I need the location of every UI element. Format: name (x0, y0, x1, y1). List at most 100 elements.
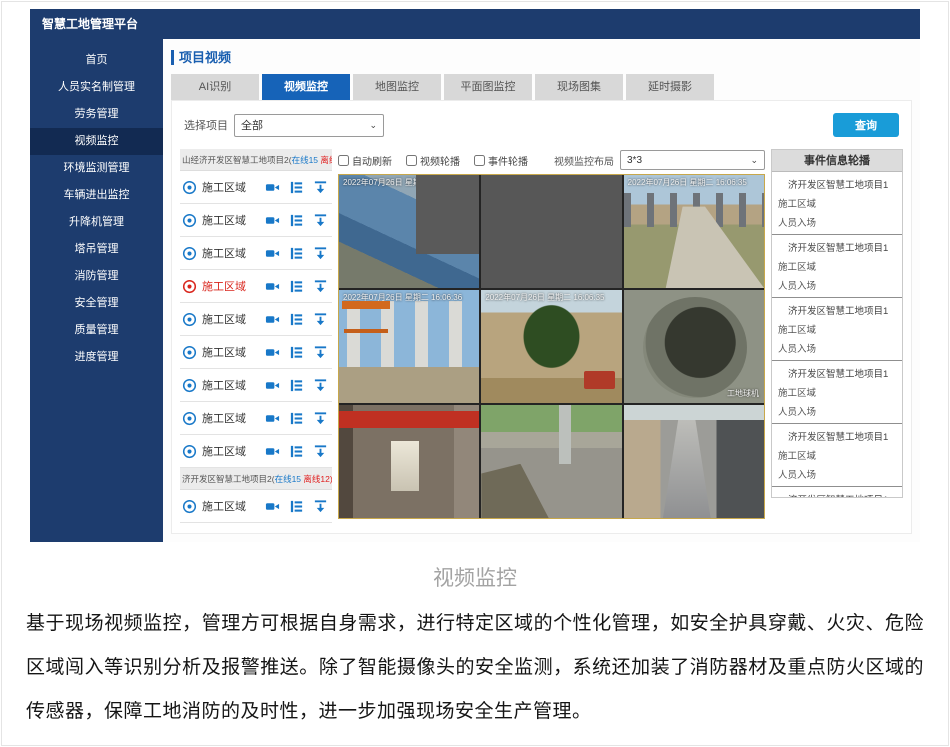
camera-actions (265, 411, 328, 426)
download-icon[interactable] (313, 246, 328, 261)
live-video-icon[interactable] (265, 279, 280, 294)
event-project-name: 济开发区智慧工地项目1 (778, 240, 896, 254)
checkbox-input-0[interactable] (338, 155, 349, 166)
video-cell-2[interactable]: 2022年07月26日 星期二 16:06:35 (624, 175, 764, 288)
layout-select[interactable]: 3*3 ⌄ (620, 150, 765, 170)
download-icon[interactable] (313, 180, 328, 195)
tab-4[interactable]: 现场图集 (535, 74, 623, 100)
live-video-icon[interactable] (265, 499, 280, 514)
live-video-icon[interactable] (265, 246, 280, 261)
sidebar-item-4[interactable]: 环境监测管理 (30, 155, 163, 182)
download-icon[interactable] (313, 444, 328, 459)
camera-row[interactable]: 施工区域 (180, 237, 332, 270)
sidebar-item-11[interactable]: 进度管理 (30, 344, 163, 371)
event-item[interactable]: 济开发区智慧工地项目1施工区域人员入场 (772, 172, 902, 235)
video-cell-0[interactable]: 2022年07月26日 星期二 16:10:35 (339, 175, 479, 288)
layout-select-value: 3*3 (627, 155, 642, 166)
sidebar-item-10[interactable]: 质量管理 (30, 317, 163, 344)
event-item[interactable]: 济开发区智慧工地项目1施工区域人员入场 (772, 298, 902, 361)
carousel-checkbox-0[interactable]: 自动刷新 (338, 153, 392, 168)
tab-0[interactable]: AI识别 (171, 74, 259, 100)
camera-status-icon (182, 345, 197, 360)
playback-control-icon[interactable] (289, 499, 304, 514)
playback-control-icon[interactable] (289, 411, 304, 426)
video-cell-5[interactable]: 工地球机 (624, 290, 764, 403)
download-icon[interactable] (313, 279, 328, 294)
event-item[interactable]: 济开发区智慧工地项目1施工区域人员入场 (772, 487, 902, 498)
video-cell-6[interactable] (339, 405, 479, 518)
camera-row[interactable]: 施工区域 (180, 336, 332, 369)
camera-row[interactable]: 施工区域 (180, 270, 332, 303)
playback-control-icon[interactable] (289, 213, 304, 228)
tab-1[interactable]: 视频监控 (262, 74, 350, 100)
event-type: 人员入场 (778, 404, 896, 418)
playback-control-icon[interactable] (289, 180, 304, 195)
live-video-icon[interactable] (265, 213, 280, 228)
event-area: 施工区域 (778, 259, 896, 273)
sidebar-item-0[interactable]: 首页 (30, 47, 163, 74)
checkbox-input-2[interactable] (474, 155, 485, 166)
event-item[interactable]: 济开发区智慧工地项目1施工区域人员入场 (772, 361, 902, 424)
offline-count: 离线12) (320, 155, 332, 165)
live-video-icon[interactable] (265, 180, 280, 195)
live-video-icon[interactable] (265, 345, 280, 360)
carousel-checkbox-2[interactable]: 事件轮播 (474, 153, 528, 168)
checkbox-input-1[interactable] (406, 155, 417, 166)
event-area: 施工区域 (778, 385, 896, 399)
download-icon[interactable] (313, 411, 328, 426)
camera-row[interactable]: 施工区域 (180, 402, 332, 435)
video-cell-8[interactable] (624, 405, 764, 518)
video-cell-7[interactable] (481, 405, 621, 518)
sidebar-item-7[interactable]: 塔吊管理 (30, 236, 163, 263)
sidebar-item-9[interactable]: 安全管理 (30, 290, 163, 317)
playback-control-icon[interactable] (289, 279, 304, 294)
camera-actions (265, 246, 328, 261)
playback-control-icon[interactable] (289, 444, 304, 459)
event-item[interactable]: 济开发区智慧工地项目1施工区域人员入场 (772, 424, 902, 487)
video-cell-4[interactable]: 2022年07月26日 星期二 16:06:35 (481, 290, 621, 403)
playback-control-icon[interactable] (289, 312, 304, 327)
camera-row[interactable]: 施工区域 (180, 435, 332, 468)
sidebar-item-8[interactable]: 消防管理 (30, 263, 163, 290)
online-count: 在线15 (292, 155, 321, 165)
project-select[interactable]: 全部 ⌄ (234, 114, 384, 137)
tab-2[interactable]: 地图监控 (353, 74, 441, 100)
live-video-icon[interactable] (265, 312, 280, 327)
sidebar-item-2[interactable]: 劳务管理 (30, 101, 163, 128)
query-button[interactable]: 查询 (833, 113, 899, 137)
checkbox-label: 事件轮播 (488, 153, 528, 168)
camera-row[interactable]: 施工区域 (180, 369, 332, 402)
tab-5[interactable]: 延时摄影 (626, 74, 714, 100)
tab-3[interactable]: 平面图监控 (444, 74, 532, 100)
video-toolbar: 自动刷新视频轮播事件轮播 视频监控布局 3*3 ⌄ (338, 150, 765, 170)
sidebar-item-3[interactable]: 视频监控 (30, 128, 163, 155)
camera-label: 施工区域 (202, 344, 265, 360)
event-item[interactable]: 济开发区智慧工地项目1 施工区域人员入场 (772, 235, 902, 298)
events-list: 济开发区智慧工地项目1施工区域人员入场济开发区智慧工地项目1施工区域人员入场济开… (772, 172, 902, 498)
camera-actions (265, 345, 328, 360)
download-icon[interactable] (313, 213, 328, 228)
playback-control-icon[interactable] (289, 246, 304, 261)
video-cell-3[interactable]: 2022年07月26日 星期二 16:06:36 (339, 290, 479, 403)
download-icon[interactable] (313, 345, 328, 360)
event-type: 人员入场 (778, 278, 896, 292)
live-video-icon[interactable] (265, 411, 280, 426)
camera-actions (265, 279, 328, 294)
playback-control-icon[interactable] (289, 378, 304, 393)
live-video-icon[interactable] (265, 378, 280, 393)
sidebar-item-5[interactable]: 车辆进出监控 (30, 182, 163, 209)
carousel-checkbox-1[interactable]: 视频轮播 (406, 153, 460, 168)
download-icon[interactable] (313, 499, 328, 514)
events-panel: 事件信息轮播 济开发区智慧工地项目1施工区域人员入场济开发区智慧工地项目1施工区… (771, 149, 903, 498)
playback-control-icon[interactable] (289, 345, 304, 360)
sidebar-item-6[interactable]: 升降机管理 (30, 209, 163, 236)
camera-row[interactable]: 施工区域 (180, 171, 332, 204)
camera-row[interactable]: 施工区域 (180, 204, 332, 237)
video-cell-1[interactable] (481, 175, 621, 288)
download-icon[interactable] (313, 378, 328, 393)
camera-row[interactable]: 施工区域 (180, 303, 332, 336)
sidebar-item-1[interactable]: 人员实名制管理 (30, 74, 163, 101)
live-video-icon[interactable] (265, 444, 280, 459)
download-icon[interactable] (313, 312, 328, 327)
camera-row[interactable]: 施工区域 (180, 490, 332, 523)
